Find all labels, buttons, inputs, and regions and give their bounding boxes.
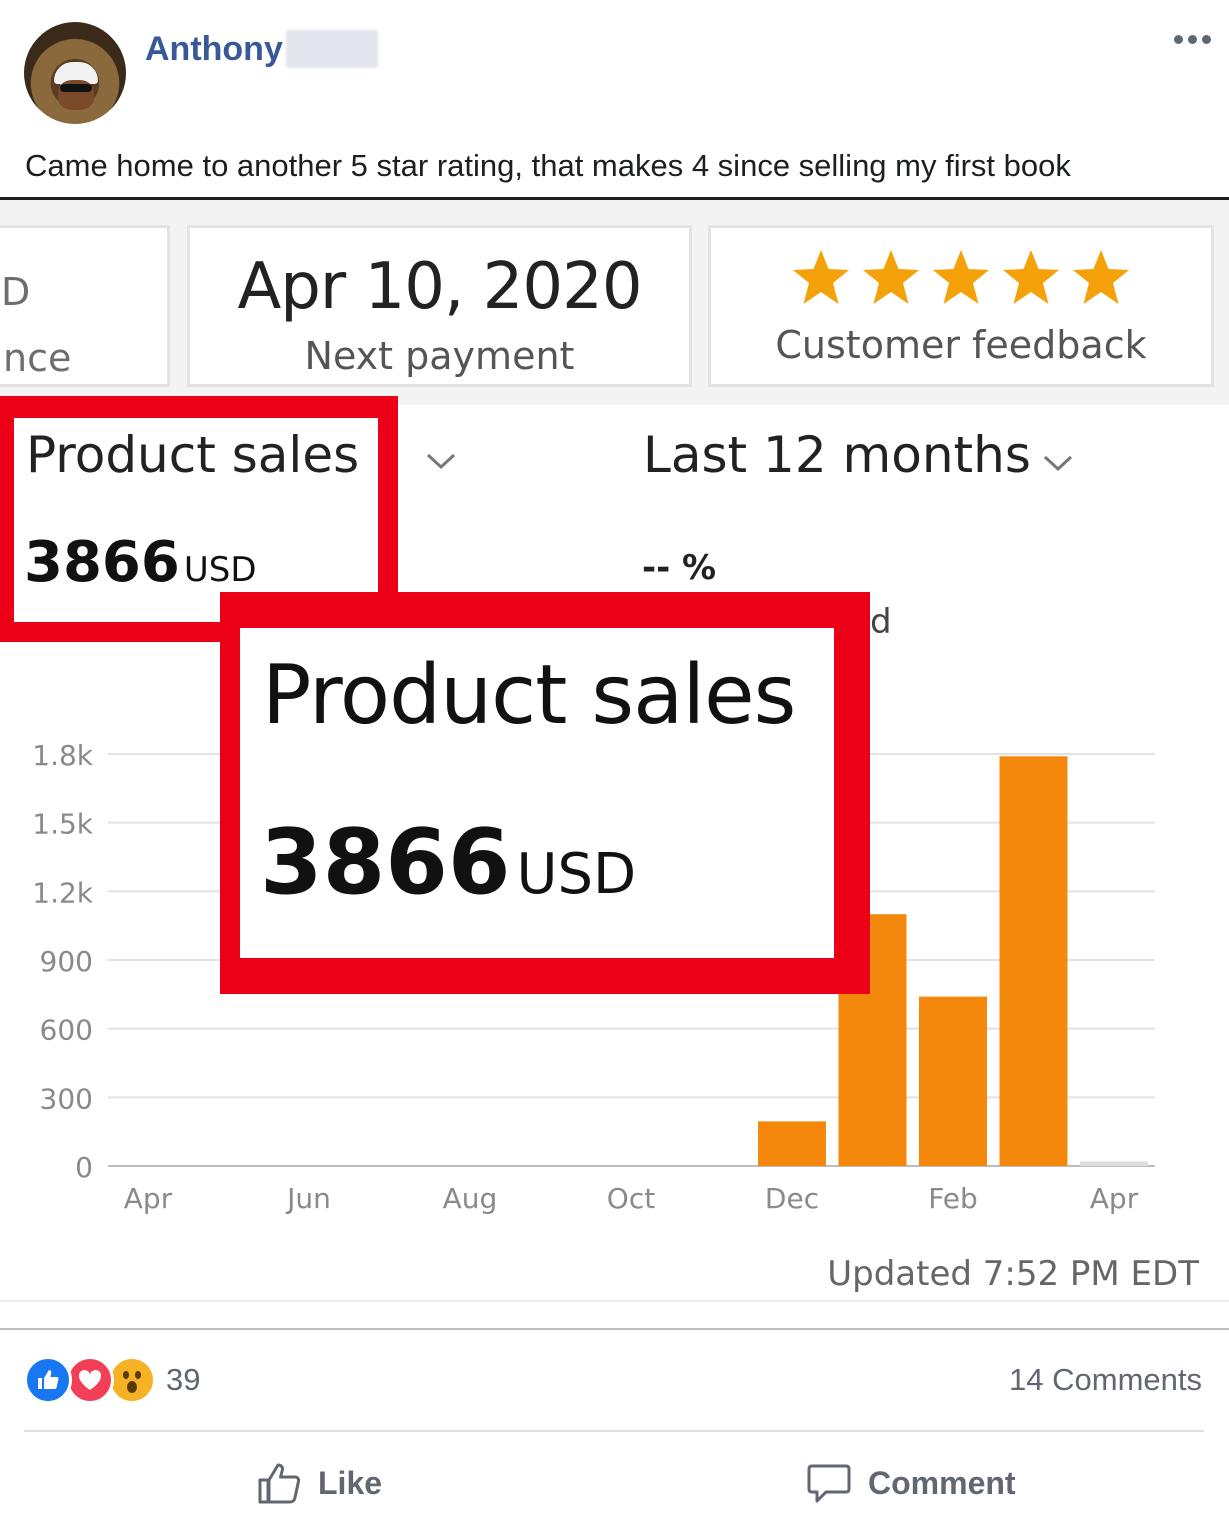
y-tick-label: 600 [40,1014,93,1047]
period-selector[interactable]: Last 12 months [643,426,1031,484]
x-tick-label: Oct [607,1182,655,1215]
zoom-value: 3866 USD [260,810,636,915]
percent-change: -- % [642,548,717,588]
balance-card-line1: D [1,270,31,314]
chevron-down-icon[interactable] [1042,454,1074,472]
author-name[interactable]: Anthony [145,30,283,69]
balance-card: D nce [0,225,170,387]
customer-feedback-card: Customer feedback [708,225,1214,387]
reactions-summary[interactable]: 39 [24,1356,200,1404]
more-dot-icon [1187,34,1197,44]
post-text: Came home to another 5 star rating, that… [25,148,1071,183]
reaction-count: 39 [166,1362,201,1397]
actions-divider [24,1430,1204,1432]
star-icon [933,250,989,304]
zoom-amount: 3866 [260,810,511,915]
like-reaction-icon [24,1356,72,1404]
zoom-unit: USD [516,842,637,907]
zoom-callout: Product sales 3866 USD [220,592,870,994]
chevron-down-icon[interactable] [425,452,457,470]
y-tick-label: 1.5k [32,808,94,841]
avatar-glasses [60,84,92,92]
star-icon [863,250,919,304]
y-tick-label: 300 [40,1082,93,1115]
x-tick-label: Jun [285,1182,331,1215]
zoom-callout-body: Product sales 3866 USD [240,628,834,958]
star-icon [793,250,849,304]
thumbs-up-icon [258,1463,301,1504]
x-tick-label: Apr [124,1182,173,1215]
zoom-title: Product sales [262,648,796,743]
partial-text: d [870,602,892,642]
next-payment-date: Apr 10, 2020 [237,250,642,324]
like-button[interactable]: Like [256,1456,382,1510]
image-bottom-divider [0,1328,1229,1330]
author-name-redacted [286,30,378,68]
x-tick-label: Feb [928,1182,978,1215]
y-tick-label: 900 [40,945,93,978]
next-payment-label: Next payment [304,334,575,378]
like-label: Like [318,1464,383,1501]
next-payment-card: Apr 10, 2020 Next payment [187,225,692,387]
wow-reaction-icon [108,1356,156,1404]
y-tick-label: 1.2k [32,876,94,909]
more-dot-icon [1201,34,1211,44]
comments-count-link[interactable]: 14 Comments [1009,1362,1202,1398]
updated-timestamp: Updated 7:52 PM EDT [827,1254,1199,1294]
author-avatar[interactable] [24,22,126,124]
more-dot-icon [1173,34,1183,44]
x-tick-label: Apr [1090,1182,1139,1215]
comment-bubble-icon [807,1464,851,1503]
star-icon [1073,250,1129,304]
star-rating [711,248,1211,306]
comment-label: Comment [868,1464,1016,1501]
more-options-button[interactable] [1168,26,1216,52]
comment-button[interactable]: Comment [806,1456,1016,1510]
y-tick-label: 1.8k [32,739,94,772]
chart-bar [1080,1161,1148,1166]
love-reaction-icon [66,1356,114,1404]
balance-card-line2: nce [3,336,72,380]
star-icon [1003,250,1059,304]
x-tick-label: Dec [765,1182,819,1215]
customer-feedback-label: Customer feedback [775,323,1147,367]
chart-bar [919,996,987,1166]
post-image[interactable]: D nce Apr 10, 2020 Next payment Customer… [0,200,1229,1302]
chart-bar [758,1121,826,1166]
screenshot-bottom-edge [0,1300,1229,1302]
x-tick-label: Aug [443,1182,498,1215]
y-tick-label: 0 [75,1151,93,1184]
chart-bar [999,756,1068,1166]
